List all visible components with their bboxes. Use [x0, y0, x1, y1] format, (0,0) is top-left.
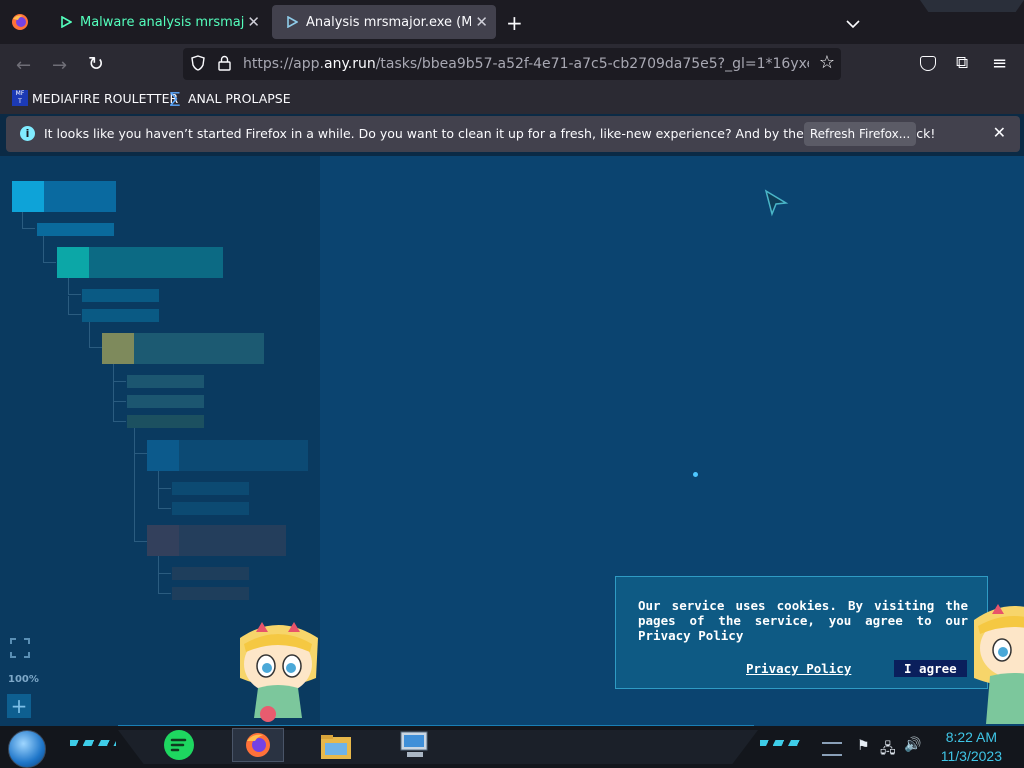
bookmark-anal-prolapse[interactable]: ∑ ANAL PROLAPSE — [170, 90, 291, 106]
taskbar: ⚑ 🖧 🔊 — [0, 726, 1024, 768]
tab-malware-analysis[interactable]: Malware analysis mrsmajor.exe ✕ — [46, 5, 268, 39]
taskbar-decoration — [760, 740, 800, 746]
mediafire-icon: MF T — [12, 90, 28, 106]
close-icon[interactable]: ✕ — [993, 123, 1006, 142]
tree-node-process — [147, 440, 308, 471]
refresh-firefox-button[interactable]: Refresh Firefox... — [804, 122, 916, 146]
bookmark-label: ANAL PROLAPSE — [188, 90, 291, 106]
firefox-taskbar-icon[interactable] — [232, 728, 284, 762]
tree-node-label — [127, 375, 204, 388]
computer-icon[interactable] — [398, 730, 430, 760]
tab-title: Malware analysis mrsmajor.exe — [80, 14, 245, 30]
agree-button[interactable]: I agree — [894, 660, 967, 677]
url-bar[interactable]: https://app.any.run/tasks/bbea9b57-a52f-… — [183, 48, 841, 80]
new-tab-icon[interactable]: + — [506, 11, 523, 35]
mouse-cursor-icon — [764, 189, 790, 221]
tree-node-process — [57, 247, 223, 278]
list-all-tabs-icon[interactable] — [846, 14, 860, 33]
mascot-character — [232, 618, 324, 726]
extensions-icon[interactable]: ⧉ — [956, 53, 968, 73]
reload-icon[interactable]: ↻ — [88, 53, 104, 75]
firefox-icon[interactable] — [11, 13, 29, 31]
menu-icon[interactable]: ≡ — [992, 53, 1007, 74]
tree-node-label — [82, 309, 159, 322]
network-icon[interactable]: 🖧 — [880, 738, 896, 762]
refresh-firefox-notification: i It looks like you haven’t started Fire… — [6, 116, 1020, 152]
tab-close-icon[interactable]: ✕ — [475, 13, 488, 31]
tree-node-label — [172, 567, 249, 580]
info-icon: i — [20, 126, 35, 141]
fit-to-screen-icon[interactable] — [10, 638, 30, 658]
bookmark-mediafire[interactable]: MF T MEDIAFIRE ROULETTER — [12, 90, 178, 106]
url-text[interactable]: https://app.any.run/tasks/bbea9b57-a52f-… — [243, 56, 809, 72]
tree-node-label — [127, 395, 204, 408]
cookie-message: Our service uses cookies. By visiting th… — [638, 598, 968, 643]
tree-node-label — [127, 415, 204, 428]
tree-node-root — [12, 181, 116, 212]
notification-message: It looks like you haven’t started Firefo… — [44, 126, 936, 141]
tree-node-process — [147, 525, 286, 556]
taskbar-decoration — [70, 740, 116, 746]
forward-icon[interactable]: → — [52, 55, 67, 76]
notes-app-icon[interactable] — [164, 730, 194, 760]
sigma-icon: ∑ — [170, 89, 181, 107]
privacy-policy-link[interactable]: Privacy Policy — [746, 661, 851, 676]
tree-node-process — [102, 333, 264, 364]
taskbar-dock — [118, 730, 758, 764]
show-hidden-icons[interactable] — [822, 742, 842, 756]
tracking-shield-icon[interactable] — [191, 55, 205, 75]
cookie-consent-banner: Our service uses cookies. By visiting th… — [615, 576, 988, 689]
tree-node-label — [37, 223, 114, 236]
bookmark-star-icon[interactable]: ☆ — [819, 52, 835, 73]
zoom-in-button[interactable]: + — [7, 694, 31, 718]
bookmark-label: MEDIAFIRE ROULETTER — [32, 90, 179, 106]
action-center-flag-icon[interactable]: ⚑ — [857, 738, 870, 754]
back-icon[interactable]: ← — [16, 55, 31, 76]
volume-icon[interactable]: 🔊 — [904, 737, 921, 753]
anyrun-icon — [61, 16, 72, 28]
file-explorer-icon[interactable] — [320, 734, 352, 760]
lock-icon[interactable] — [218, 55, 231, 75]
tab-close-icon[interactable]: ✕ — [247, 13, 260, 31]
tree-node-label — [82, 289, 159, 302]
tab-bar: Malware analysis mrsmajor.exe ✕ Analysis… — [0, 0, 1024, 44]
window-frame-decoration — [920, 0, 1024, 12]
zoom-level: 100% — [8, 674, 39, 685]
start-orb-icon[interactable] — [8, 730, 46, 768]
system-clock[interactable]: 8:22 AM 11/3/2023 — [941, 728, 1002, 766]
tree-node-label — [172, 502, 249, 515]
mascot-character — [968, 598, 1024, 726]
clock-date: 11/3/2023 — [940, 748, 1002, 764]
tab-analysis[interactable]: Analysis mrsmajor.exe (MD5: 83 ✕ — [272, 5, 496, 39]
clock-time: 8:22 AM — [945, 729, 998, 745]
tree-node-label — [172, 587, 249, 600]
bookmarks-toolbar: MF T MEDIAFIRE ROULETTER ∑ ANAL PROLAPSE — [0, 84, 1024, 114]
anyrun-icon — [287, 16, 298, 28]
loading-dot — [693, 472, 698, 477]
tree-node-label — [172, 482, 249, 495]
tab-title: Analysis mrsmajor.exe (MD5: 83 — [306, 14, 471, 30]
save-to-pocket-icon[interactable] — [920, 56, 936, 71]
